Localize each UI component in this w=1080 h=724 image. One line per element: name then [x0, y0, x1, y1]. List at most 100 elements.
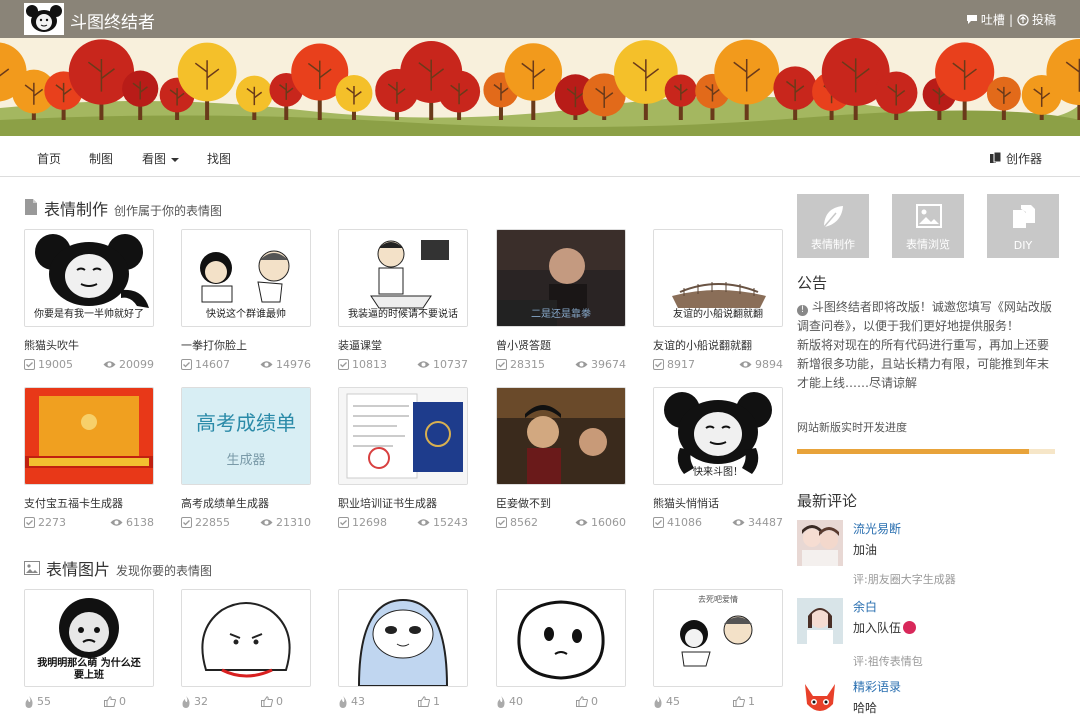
hot-count[interactable]: 43: [338, 695, 365, 708]
comment-target[interactable]: 评:祖传表情包: [853, 653, 923, 669]
meme-thumbnail[interactable]: [496, 589, 626, 687]
template-stats: 28315 39674: [496, 358, 626, 371]
avatar[interactable]: [797, 520, 843, 566]
like-count[interactable]: 0: [576, 695, 598, 708]
comment-author[interactable]: 流光易断: [853, 520, 901, 537]
meme-template-card[interactable]: 快来斗图！ 熊猫头悄悄话 41086 34487: [653, 387, 783, 529]
meme-template-card[interactable]: 二是还是靠拳 曾小贤答题 28315 39674: [496, 229, 626, 371]
view-count: 15243: [417, 516, 468, 529]
sidebar-diy-button[interactable]: DIY: [987, 194, 1059, 258]
sidebar-make-button[interactable]: 表情制作: [797, 194, 869, 258]
flame-icon: [182, 695, 190, 708]
template-thumbnail[interactable]: 快来斗图！: [653, 387, 783, 485]
view-count: 6138: [110, 516, 154, 529]
meme-image-card[interactable]: 43 1: [338, 589, 468, 708]
avatar[interactable]: [797, 598, 843, 644]
meme-image-card[interactable]: 32 0: [181, 589, 311, 708]
thumbnail-caption: 高考成绩单: [196, 411, 296, 435]
used-count: 19005: [24, 358, 73, 371]
hot-count[interactable]: 32: [181, 695, 208, 708]
notice-paragraph-1[interactable]: 斗图终结者即将改版！诚邀您填写《网站改版调查问卷》，以便于我们更好地提供服务！: [797, 300, 1052, 333]
template-title[interactable]: 一拳打你脸上: [181, 337, 311, 353]
view-count: 21310: [260, 516, 311, 529]
template-thumbnail[interactable]: 友谊的小船说翻就翻: [653, 229, 783, 327]
template-thumbnail[interactable]: [24, 387, 154, 485]
check-square-icon: [181, 359, 192, 370]
hot-count[interactable]: 40: [496, 695, 523, 708]
comment-item: 精彩语录 哈哈: [797, 678, 1059, 724]
comment-target[interactable]: 评:朋友圈大字生成器: [853, 571, 956, 587]
thumbs-up-icon: [418, 696, 430, 707]
meme-thumbnail[interactable]: [181, 589, 311, 687]
like-count-value: 0: [276, 695, 283, 708]
template-stats: 2273 6138: [24, 516, 154, 529]
meme-thumbnail[interactable]: [338, 589, 468, 687]
meme-template-card[interactable]: 我装逼的时候请不要说话 装逼课堂 10813 10737: [338, 229, 468, 371]
view-count: 39674: [575, 358, 626, 371]
template-thumbnail[interactable]: [338, 387, 468, 485]
template-stats: 8917 9894: [653, 358, 783, 371]
panda-logo-icon[interactable]: [24, 3, 64, 35]
template-title[interactable]: 熊猫头悄悄话: [653, 495, 783, 511]
images-section-subtitle: 发现你要的表情图: [116, 564, 213, 578]
nav-find[interactable]: 找图: [207, 150, 231, 167]
progress-label[interactable]: 网站新版实时开发进度: [797, 419, 907, 435]
meme-template-card[interactable]: 快说这个群谁最帅 一拳打你脸上 14607 14976: [181, 229, 311, 371]
meme-thumbnail[interactable]: 我明明那么萌 为什么还要上班: [24, 589, 154, 687]
meme-template-card[interactable]: 高考成绩单 生成器 高考成绩单生成器 22855 21310: [181, 387, 311, 529]
thumbs-up-icon: [733, 696, 745, 707]
creator-link[interactable]: 创作器: [989, 150, 1042, 167]
meme-image-card[interactable]: 40 0: [496, 589, 626, 708]
template-thumbnail[interactable]: 我装逼的时候请不要说话: [338, 229, 468, 327]
nav-home[interactable]: 首页: [37, 150, 61, 167]
nav-browse-dropdown[interactable]: 看图: [142, 150, 180, 167]
used-count-value: 22855: [195, 516, 230, 529]
meme-image-card[interactable]: 我明明那么萌 为什么还要上班 55 0: [24, 589, 154, 708]
eye-icon: [417, 361, 430, 368]
template-thumbnail[interactable]: 二是还是靠拳: [496, 229, 626, 327]
like-count[interactable]: 0: [261, 695, 283, 708]
submit-link[interactable]: 投稿: [1017, 11, 1056, 28]
template-title[interactable]: 装逼课堂: [338, 337, 468, 353]
site-name[interactable]: 斗图终结者: [70, 8, 155, 33]
like-count[interactable]: 0: [104, 695, 126, 708]
meme-image-card[interactable]: 去死吧爱情 45 1: [653, 589, 783, 708]
meme-template-card[interactable]: 支付宝五福卡生成器 2273 6138: [24, 387, 154, 529]
template-title[interactable]: 臣妾做不到: [496, 495, 626, 511]
comment-author[interactable]: 余白: [853, 598, 877, 615]
like-count[interactable]: 1: [733, 695, 755, 708]
thumbs-up-icon: [104, 696, 116, 707]
flame-icon: [25, 695, 33, 708]
comment-author[interactable]: 精彩语录: [853, 678, 901, 695]
meme-template-card[interactable]: 你要是有我一半帅就好了 熊猫头吹牛 19005 20099: [24, 229, 154, 371]
nav-make[interactable]: 制图: [89, 150, 113, 167]
hot-count[interactable]: 55: [24, 695, 51, 708]
template-thumbnail[interactable]: 高考成绩单 生成器: [181, 387, 311, 485]
like-count[interactable]: 1: [418, 695, 440, 708]
template-title[interactable]: 高考成绩单生成器: [181, 495, 311, 511]
template-thumbnail[interactable]: 快说这个群谁最帅: [181, 229, 311, 327]
sidebar-browse-label: 表情浏览: [906, 238, 950, 251]
avatar[interactable]: [797, 678, 843, 724]
sidebar-browse-button[interactable]: 表情浏览: [892, 194, 964, 258]
view-count-value: 16060: [591, 516, 626, 529]
template-title[interactable]: 曾小贤答题: [496, 337, 626, 353]
used-count-value: 2273: [38, 516, 66, 529]
template-title[interactable]: 熊猫头吹牛: [24, 337, 154, 353]
used-count: 8917: [653, 358, 695, 371]
hot-count[interactable]: 45: [653, 695, 680, 708]
template-thumbnail[interactable]: [496, 387, 626, 485]
template-title[interactable]: 友谊的小船说翻就翻: [653, 337, 783, 353]
meme-template-card[interactable]: 臣妾做不到 8562 16060: [496, 387, 626, 529]
feedback-label: 吐槽: [980, 13, 1005, 27]
meme-thumbnail[interactable]: 去死吧爱情: [653, 589, 783, 687]
template-title[interactable]: 职业培训证书生成器: [338, 495, 468, 511]
feedback-link[interactable]: 吐槽: [966, 11, 1005, 28]
meme-template-card[interactable]: 友谊的小船说翻就翻 友谊的小船说翻就翻 8917 9894: [653, 229, 783, 371]
view-count-value: 21310: [276, 516, 311, 529]
template-thumbnail[interactable]: 你要是有我一半帅就好了: [24, 229, 154, 327]
meme-template-card[interactable]: 职业培训证书生成器 12698 15243: [338, 387, 468, 529]
eye-icon: [575, 519, 588, 526]
template-title[interactable]: 支付宝五福卡生成器: [24, 495, 154, 511]
top-links: 吐槽 | 投稿: [966, 11, 1056, 28]
